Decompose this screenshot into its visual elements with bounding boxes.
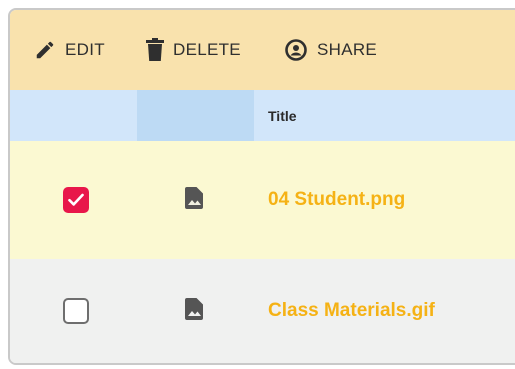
- share-label: SHARE: [317, 40, 378, 59]
- file-manager-panel: EDIT DELETE SHARE Title 04 Student.png C…: [8, 8, 515, 365]
- file-title-link[interactable]: 04 Student.png: [268, 189, 405, 211]
- share-button[interactable]: SHARE: [284, 30, 377, 70]
- icon-column-header: [137, 90, 254, 141]
- image-file-icon: [185, 186, 203, 214]
- pencil-icon: [34, 39, 56, 61]
- row-checkbox[interactable]: [63, 187, 89, 213]
- row-checkbox[interactable]: [63, 298, 89, 324]
- checkmark-icon: [68, 193, 84, 206]
- delete-button[interactable]: DELETE: [146, 30, 241, 70]
- file-title-link[interactable]: Class Materials.gif: [268, 300, 435, 322]
- delete-label: DELETE: [173, 40, 241, 59]
- toolbar: EDIT DELETE SHARE: [10, 10, 515, 90]
- trash-icon: [146, 38, 164, 62]
- edit-label: EDIT: [65, 40, 105, 59]
- table-header: Title: [10, 90, 515, 141]
- image-file-icon: [185, 297, 203, 325]
- table-row[interactable]: 04 Student.png: [10, 141, 515, 259]
- table-row[interactable]: Class Materials.gif: [10, 259, 515, 363]
- share-icon: [284, 38, 308, 62]
- title-column-header[interactable]: Title: [268, 90, 297, 141]
- edit-button[interactable]: EDIT: [34, 30, 105, 70]
